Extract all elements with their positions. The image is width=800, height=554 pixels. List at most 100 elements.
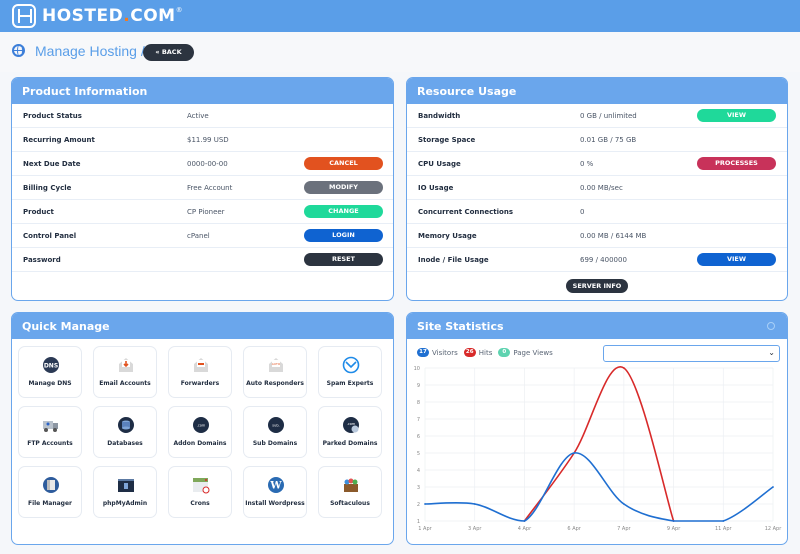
x-tick-label: 3 Apr [468, 526, 482, 532]
x-tick-label: 6 Apr [567, 526, 581, 532]
quick-tile-email-accounts[interactable]: Email Accounts [93, 346, 157, 398]
cancel-button[interactable]: CANCEL [304, 157, 383, 170]
data-point-visitors [473, 503, 476, 505]
view-button[interactable]: VIEW [697, 109, 776, 122]
brand-tld: COM [130, 6, 176, 26]
sub-domains-icon: sub. [268, 417, 284, 433]
quick-tile-forwarders[interactable]: Forwarders [168, 346, 232, 398]
row-value: 0000-00-00 [187, 160, 228, 168]
quick-tile-databases[interactable]: Databases [93, 406, 157, 458]
info-row-password: Password RESET [12, 248, 393, 272]
tile-label: Softaculous [330, 500, 370, 507]
quick-tile-install-wordpress[interactable]: W Install Wordpress [243, 466, 307, 518]
legend-label-page-views[interactable]: Page Views [513, 349, 552, 357]
server-info-button[interactable]: SERVER INFO [566, 279, 628, 293]
chart-legend: 17 Visitors 26 Hits 0 Page Views [417, 348, 553, 357]
tile-label: Sub Domains [252, 440, 298, 447]
y-tick-label: 1 [417, 519, 420, 525]
parked-domains-icon: .com [343, 417, 359, 433]
card-title: Site Statistics [407, 313, 787, 339]
refresh-icon[interactable] [767, 322, 775, 330]
x-tick-label: 7 Apr [617, 526, 631, 532]
quick-manage-card: Quick Manage DNS Manage DNS Email Accounts… [11, 312, 394, 545]
processes-button[interactable]: PROCESSES [697, 157, 776, 170]
product-information-card: Product Information Product Status Active… [11, 77, 394, 301]
login-button[interactable]: LOGIN [304, 229, 383, 242]
site-statistics-card: Site Statistics 17 Visitors 26 Hits 0 Page Vi… [406, 312, 788, 545]
card-title: Product Information [12, 78, 393, 104]
quick-tile-manage-dns[interactable]: DNS Manage DNS [18, 346, 82, 398]
row-value: $11.99 USD [187, 136, 229, 144]
row-label: Storage Space [418, 136, 476, 144]
legend-label-visitors[interactable]: Visitors [432, 349, 458, 357]
auto-responders-icon: AUTO [269, 358, 283, 372]
row-label: Bandwidth [418, 112, 461, 120]
info-row-io-usage: IO Usage 0.00 MB/sec [407, 176, 787, 200]
change-button[interactable]: CHANGE [304, 205, 383, 218]
y-tick-label: 6 [417, 434, 420, 440]
reset-button[interactable]: RESET [304, 253, 383, 266]
row-value: CP Pioneer [187, 208, 225, 216]
info-row-recurring-amount: Recurring Amount $11.99 USD [12, 128, 393, 152]
legend-label-hits[interactable]: Hits [479, 349, 493, 357]
series-line-hits [523, 366, 675, 522]
x-tick-label: 1 Apr [418, 526, 432, 532]
legend-badge-visitors: 17 [417, 348, 429, 357]
quick-manage-grid: DNS Manage DNS Email Accounts Forwarders AUT… [18, 346, 388, 518]
legend-badge-page-views: 0 [498, 348, 511, 357]
tile-label: File Manager [27, 500, 73, 507]
row-label: Billing Cycle [23, 184, 72, 192]
quick-tile-crons[interactable]: Crons [168, 466, 232, 518]
resource-usage-card: Resource Usage Bandwidth 0 GB / unlimited… [406, 77, 788, 301]
hosted-logo[interactable]: HOSTED.COM® [12, 4, 183, 28]
row-label: Concurrent Connections [418, 208, 513, 216]
row-value: cPanel [187, 232, 210, 240]
modify-button[interactable]: MODIFY [304, 181, 383, 194]
info-row-storage-space: Storage Space 0.01 GB / 75 GB [407, 128, 787, 152]
quick-tile-addon-domains[interactable]: .com Addon Domains [168, 406, 232, 458]
view-button[interactable]: VIEW [697, 253, 776, 266]
row-label: Next Due Date [23, 160, 81, 168]
date-range-select[interactable]: ⌄ [603, 345, 780, 362]
info-row-product-status: Product Status Active [12, 104, 393, 128]
row-label: Password [23, 256, 61, 264]
crons-calendar-icon [193, 478, 210, 494]
row-value: 0 GB / unlimited [580, 112, 637, 120]
info-row-next-due-date: Next Due Date 0000-00-00 CANCEL [12, 152, 393, 176]
row-label: Product [23, 208, 54, 216]
row-label: IO Usage [418, 184, 454, 192]
phpmyadmin-icon [118, 479, 134, 492]
tile-label: phpMyAdmin [102, 500, 148, 507]
forwarders-icon [194, 358, 208, 372]
tile-label: Databases [107, 440, 143, 447]
x-tick-label: 4 Apr [518, 526, 532, 532]
softaculous-icon [344, 478, 358, 492]
y-tick-label: 7 [417, 417, 420, 423]
svg-text:AUTO: AUTO [272, 362, 281, 366]
row-label: Memory Usage [418, 232, 477, 240]
quick-tile-spam-experts[interactable]: Spam Experts [318, 346, 382, 398]
quick-tile-parked-domains[interactable]: .com Parked Domains [318, 406, 382, 458]
quick-tile-file-manager[interactable]: File Manager [18, 466, 82, 518]
tile-label: Addon Domains [173, 440, 227, 447]
tile-label: Forwarders [180, 380, 220, 387]
back-button[interactable]: « BACK [143, 44, 194, 61]
info-row-inode-file-usage: Inode / File Usage 699 / 400000 VIEW [407, 248, 787, 272]
card-title: Quick Manage [12, 313, 393, 339]
y-tick-label: 9 [417, 383, 420, 389]
data-point-visitors [672, 520, 675, 522]
quick-tile-softaculous[interactable]: Softaculous [318, 466, 382, 518]
y-tick-label: 2 [417, 502, 420, 508]
quick-tile-auto-responders[interactable]: AUTO Auto Responders [243, 346, 307, 398]
quick-tile-phpmyadmin[interactable]: phpMyAdmin [93, 466, 157, 518]
row-label: CPU Usage [418, 160, 461, 168]
tile-label: FTP Accounts [27, 440, 73, 447]
quick-tile-sub-domains[interactable]: sub. Sub Domains [243, 406, 307, 458]
info-row-bandwidth: Bandwidth 0 GB / unlimited VIEW [407, 104, 787, 128]
chevron-down-icon: ⌄ [768, 348, 775, 357]
globe-icon [12, 44, 25, 57]
tile-label: Manage DNS [28, 380, 72, 387]
tile-label: Parked Domains [322, 440, 378, 447]
quick-tile-ftp-accounts[interactable]: FTP Accounts [18, 406, 82, 458]
svg-text:.com: .com [347, 422, 356, 426]
